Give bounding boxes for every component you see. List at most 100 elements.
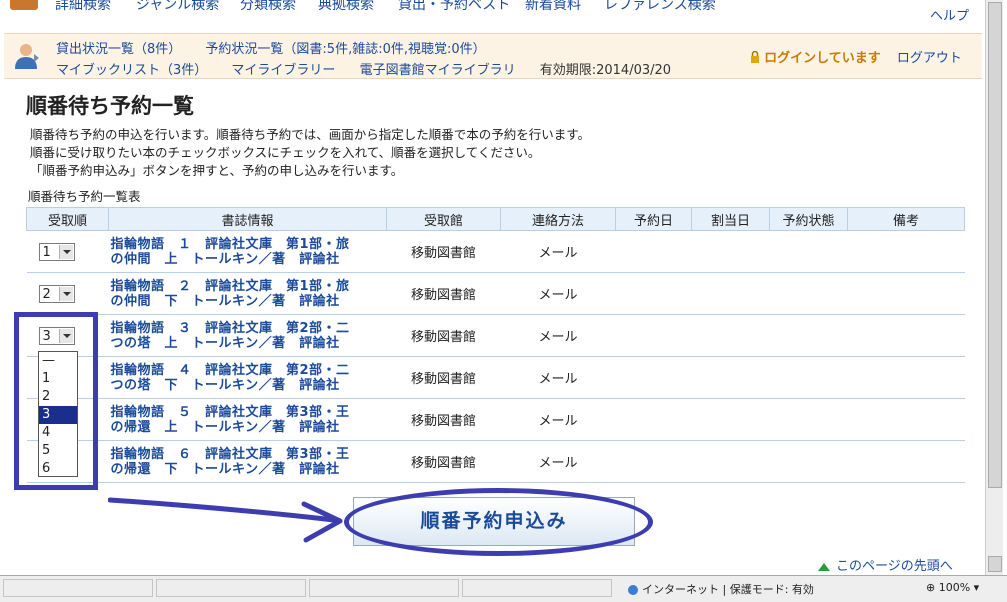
book-title-link[interactable]: 指輪物語 １ 評論社文庫 第1部・旅 の仲間 上 トールキン／著 評論社: [109, 237, 387, 267]
help-link[interactable]: ヘルプ: [930, 5, 969, 24]
library-cell: 移動図書館: [386, 272, 501, 315]
loan-status-link[interactable]: 貸出状況一覧（8件）: [56, 42, 181, 57]
annotation-highlight-ellipse: [344, 488, 653, 556]
page-top-link[interactable]: このページの先頭へ: [818, 555, 953, 574]
security-zone[interactable]: インターネット | 保護モード: 有効: [628, 581, 814, 597]
reserve-date-cell: [615, 314, 692, 357]
my-library-link[interactable]: マイライブラリー: [231, 63, 335, 78]
lock-icon: [751, 50, 759, 63]
book-title-line: の帰還 下 トールキン／著 評論社: [110, 461, 340, 477]
annotation-arrow-icon: [108, 497, 343, 543]
globe-icon: [628, 585, 638, 595]
library-cell: 移動図書館: [386, 398, 501, 441]
description-line: 順番に受け取りたい本のチェックボックスにチェックを入れて、順番を選択してください…: [30, 145, 541, 160]
reserve-date-cell: [615, 440, 692, 483]
book-title-line: の帰還 上 トールキン／著 評論社: [110, 419, 340, 435]
nav-detail-search[interactable]: 詳細検索: [55, 0, 111, 14]
bibliography-cell: 指輪物語 ５ 評論社文庫 第3部・王 の帰還 上 トールキン／著 評論社: [108, 398, 387, 441]
book-title-link[interactable]: 指輪物語 ６ 評論社文庫 第3部・王 の帰還 下 トールキン／著 評論社: [109, 447, 387, 477]
contact-cell: メール: [500, 272, 616, 315]
table-row: 指輪物語 ４ 評論社文庫 第2部・二 つの塔 下 トールキン／著 評論社 移動図書館…: [26, 356, 965, 399]
order-select[interactable]: 1: [38, 242, 75, 261]
col-header-contact: 連絡方法: [500, 207, 616, 231]
page-title: 順番待ち予約一覧: [26, 94, 194, 118]
table-row: 1 指輪物語 １ 評論社文庫 第1部・旅 の仲間 上 トールキン／著 評論社 移動図書…: [26, 230, 965, 273]
bibliography-cell: 指輪物語 ２ 評論社文庫 第1部・旅 の仲間 下 トールキン／著 評論社: [108, 272, 387, 315]
table-row: 3 指輪物語 ３ 評論社文庫 第2部・二 つの塔 上 トールキン／著 評論社 移動図書…: [26, 314, 965, 357]
book-title-line: つの塔 上 トールキン／著 評論社: [110, 335, 340, 351]
col-header-reserve-date: 予約日: [615, 207, 692, 231]
book-title-line: 指輪物語 ３ 評論社文庫 第2部・二: [110, 320, 350, 336]
nav-genre-search[interactable]: ジャンル検索: [136, 0, 219, 14]
book-title-line: 指輪物語 ４ 評論社文庫 第2部・二: [110, 362, 350, 378]
zoom-icon: ⊕: [926, 581, 939, 594]
reservation-status-link[interactable]: 予約状況一覧（図書:5件,雑誌:0件,視聴覚:0件）: [205, 42, 485, 57]
zoom-level[interactable]: ⊕ 100% ▾: [926, 581, 979, 594]
description-line: 順番待ち予約の申込を行います。順番待ち予約では、画面から指定した順番で本の予約を…: [30, 127, 591, 142]
books-logo-icon: [10, 0, 38, 10]
contact-cell: メール: [500, 356, 616, 399]
zoom-value: 100%: [938, 581, 971, 594]
book-title-line: の仲間 上 トールキン／著 評論社: [110, 251, 340, 267]
annotation-highlight-rectangle: [14, 312, 98, 490]
col-header-notes: 備考: [847, 207, 965, 231]
assign-date-cell: [691, 230, 770, 273]
assign-date-cell: [691, 356, 770, 399]
ebook-library-link[interactable]: 電子図書館マイライブラリ: [360, 63, 516, 78]
book-title-link[interactable]: 指輪物語 ４ 評論社文庫 第2部・二 つの塔 下 トールキン／著 評論社: [109, 363, 387, 393]
library-cell: 移動図書館: [386, 440, 501, 483]
status-segment: [3, 579, 153, 597]
order-cell: 1: [26, 230, 109, 273]
page-top-label: このページの先頭へ: [836, 559, 953, 574]
book-title-link[interactable]: 指輪物語 ５ 評論社文庫 第3部・王 の帰還 上 トールキン／著 評論社: [109, 405, 387, 435]
book-title-link[interactable]: 指輪物語 ２ 評論社文庫 第1部・旅 の仲間 下 トールキン／著 評論社: [109, 279, 387, 309]
nav-best[interactable]: 貸出・予約ベスト: [398, 0, 510, 14]
reserve-date-cell: [615, 356, 692, 399]
table-row: 指輪物語 ５ 評論社文庫 第3部・王 の帰還 上 トールキン／著 評論社 移動図書館…: [26, 398, 965, 441]
book-title-line: 指輪物語 ５ 評論社文庫 第3部・王: [110, 404, 350, 420]
user-avatar-icon: [15, 44, 39, 69]
book-title-line: 指輪物語 ２ 評論社文庫 第1部・旅: [110, 278, 350, 294]
status-cell: [769, 272, 848, 315]
col-header-bibliography: 書誌情報: [108, 207, 387, 231]
book-title-line: つの塔 下 トールキン／著 評論社: [110, 377, 340, 393]
my-booklist-link[interactable]: マイブックリスト（3件）: [56, 63, 207, 78]
order-select[interactable]: 2: [38, 284, 75, 303]
status-segment: [309, 579, 459, 597]
book-title-line: 指輪物語 １ 評論社文庫 第1部・旅: [110, 236, 350, 252]
chevron-down-icon[interactable]: [58, 244, 73, 259]
scrollbar-thumb[interactable]: [988, 2, 1002, 488]
nav-new-items[interactable]: 新着資料: [525, 0, 581, 14]
bibliography-cell: 指輪物語 ３ 評論社文庫 第2部・二 つの塔 上 トールキン／著 評論社: [108, 314, 387, 357]
logout-link[interactable]: ログアウト: [897, 51, 962, 66]
security-zone-label: インターネット | 保護モード: 有効: [642, 583, 814, 596]
bibliography-cell: 指輪物語 ６ 評論社文庫 第3部・王 の帰還 下 トールキン／著 評論社: [108, 440, 387, 483]
status-cell: [769, 356, 848, 399]
book-title-link[interactable]: 指輪物語 ３ 評論社文庫 第2部・二 つの塔 上 トールキン／著 評論社: [109, 321, 387, 351]
table-row: 指輪物語 ６ 評論社文庫 第3部・王 の帰還 下 トールキン／著 評論社 移動図書館…: [26, 440, 965, 483]
arrow-up-icon: [818, 562, 830, 571]
nav-authority-search[interactable]: 典拠検索: [318, 0, 374, 14]
nav-class-search[interactable]: 分類検索: [240, 0, 296, 14]
nav-reference-search[interactable]: レファレンス検索: [604, 0, 716, 14]
library-cell: 移動図書館: [386, 314, 501, 357]
status-cell: [769, 440, 848, 483]
vertical-scrollbar[interactable]: [985, 0, 1003, 575]
chevron-down-icon[interactable]: [58, 286, 73, 301]
reserve-date-cell: [615, 230, 692, 273]
table-header-row: 受取順 書誌情報 受取館 連絡方法 予約日 割当日 予約状態 備考: [26, 207, 965, 231]
col-header-assign-date: 割当日: [691, 207, 770, 231]
col-header-library: 受取館: [386, 207, 501, 231]
status-cell: [769, 314, 848, 357]
scroll-down-button[interactable]: [988, 556, 1002, 572]
notes-cell: [847, 314, 965, 357]
table-caption: 順番待ち予約一覧表: [28, 189, 141, 204]
table-row: 2 指輪物語 ２ 評論社文庫 第1部・旅 の仲間 下 トールキン／著 評論社 移動図書…: [26, 272, 965, 315]
contact-cell: メール: [500, 314, 616, 357]
col-header-status: 予約状態: [769, 207, 848, 231]
notes-cell: [847, 440, 965, 483]
status-segment: [462, 579, 612, 597]
reservation-table: 受取順 書誌情報 受取館 連絡方法 予約日 割当日 予約状態 備考 1 指輪物語 …: [26, 207, 965, 483]
top-navigation: 詳細検索 ジャンル検索 分類検索 典拠検索 貸出・予約ベスト 新着資料 レファレ…: [0, 0, 985, 32]
order-select-value: 2: [42, 286, 51, 302]
